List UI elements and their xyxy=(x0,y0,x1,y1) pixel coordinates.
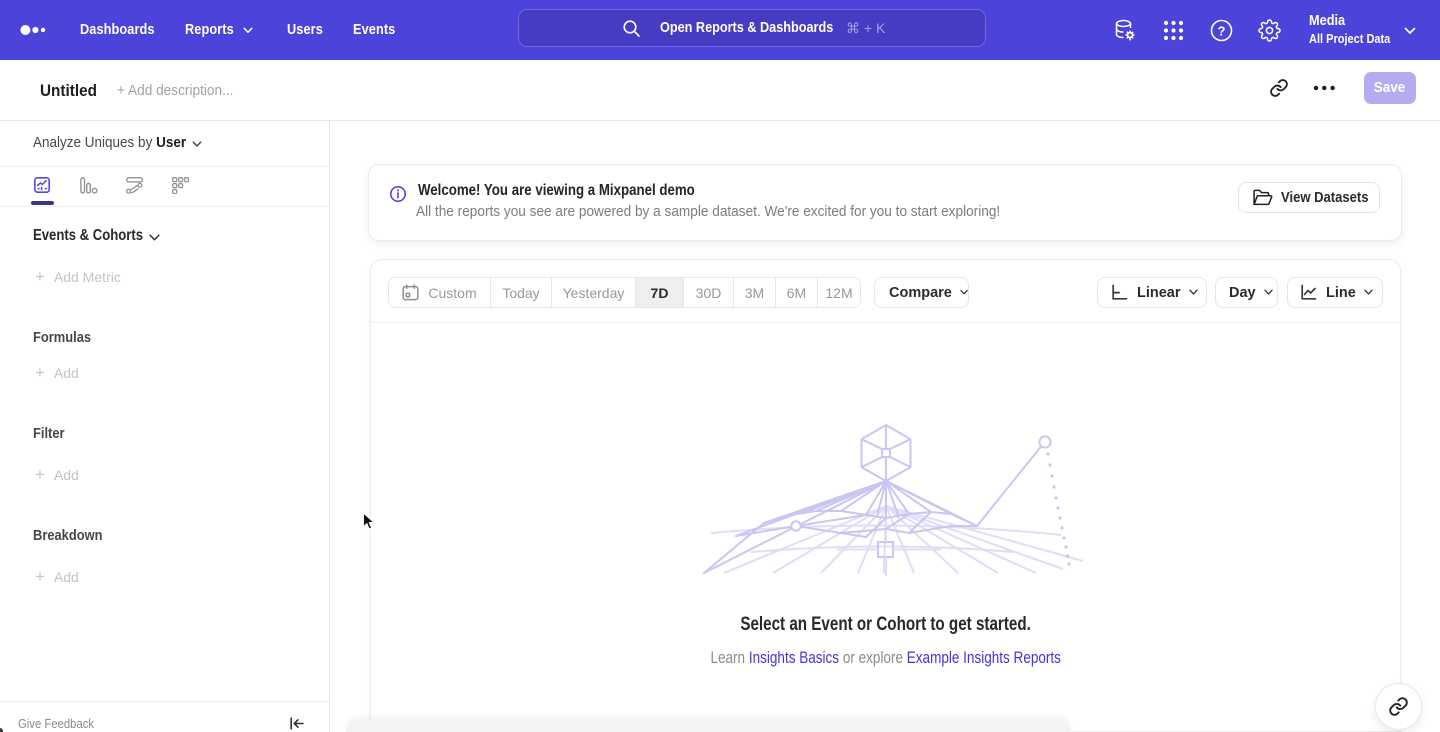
svg-text:?: ? xyxy=(1218,24,1226,39)
